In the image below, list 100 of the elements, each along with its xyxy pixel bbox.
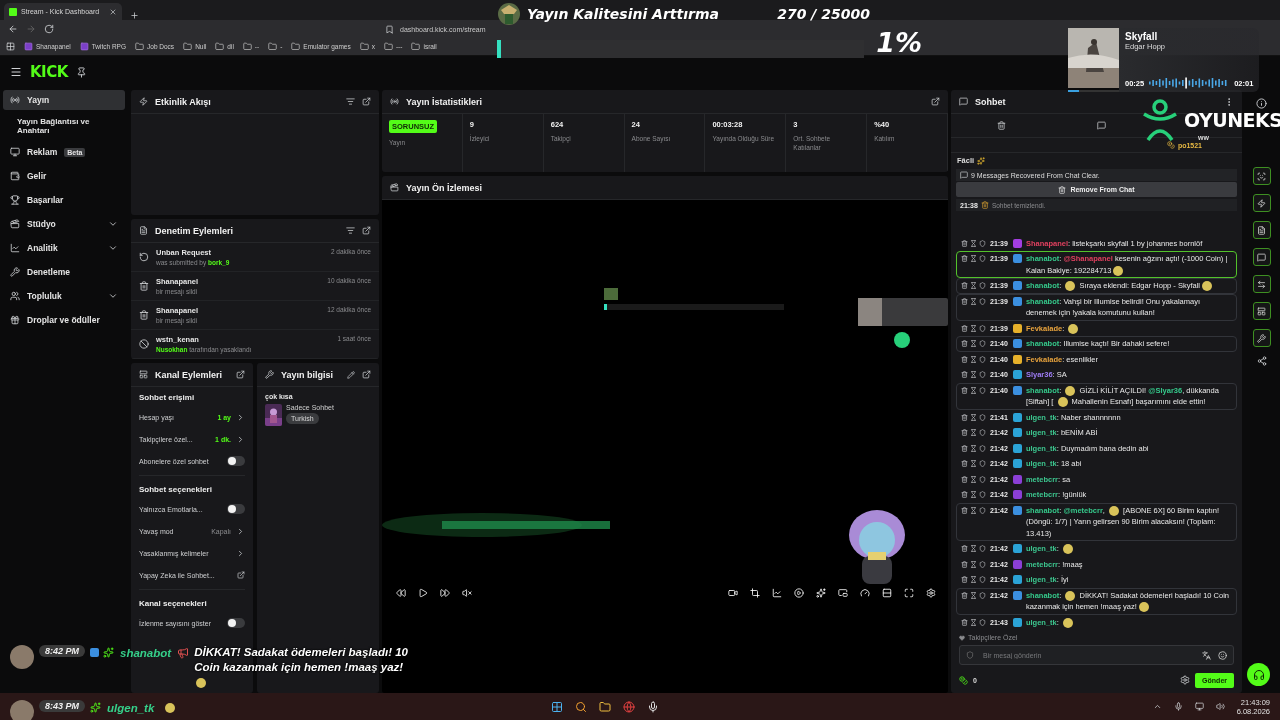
shield-icon[interactable] [979, 460, 986, 468]
menu-icon[interactable] [10, 66, 22, 78]
hourglass-icon[interactable] [970, 239, 977, 247]
hourglass-icon[interactable] [970, 618, 977, 626]
reload-icon[interactable] [44, 24, 54, 34]
rail-button[interactable] [1252, 221, 1271, 239]
crop-icon[interactable] [750, 588, 760, 598]
rewind-icon[interactable] [396, 588, 406, 598]
share-icon[interactable] [1256, 356, 1267, 366]
hourglass-icon[interactable] [970, 560, 977, 568]
popout-icon[interactable] [362, 370, 371, 379]
shield-icon[interactable] [979, 444, 986, 452]
sparkle-icon[interactable] [816, 588, 826, 598]
shield-icon[interactable] [979, 324, 986, 332]
trash-icon[interactable] [961, 255, 968, 263]
sidebar-item[interactable]: Analitik [3, 238, 125, 258]
shield-icon[interactable] [979, 282, 986, 290]
shield-icon[interactable] [979, 386, 986, 394]
trash-icon[interactable] [961, 282, 968, 290]
toggle-switch[interactable] [227, 504, 245, 514]
shield-icon[interactable] [979, 545, 986, 553]
filter-icon[interactable] [346, 226, 355, 235]
hourglass-icon[interactable] [970, 591, 977, 599]
trash-icon[interactable] [961, 618, 968, 626]
external-link-icon[interactable] [237, 571, 245, 579]
rail-button[interactable] [1252, 329, 1271, 347]
rail-button[interactable] [1252, 275, 1271, 293]
hourglass-icon[interactable] [970, 506, 977, 514]
sidebar-item[interactable]: Stüdyo [3, 214, 125, 234]
sidebar-item[interactable]: Droplar ve ödüller [3, 310, 125, 330]
hourglass-icon[interactable] [970, 297, 977, 305]
shield-icon[interactable] [979, 255, 986, 263]
trash-icon[interactable] [961, 324, 968, 332]
trash-icon[interactable] [961, 444, 968, 452]
pin-icon[interactable] [75, 66, 87, 78]
shield-icon[interactable] [979, 491, 986, 499]
hourglass-icon[interactable] [970, 413, 977, 421]
help-button[interactable] [1247, 663, 1270, 686]
trash-icon[interactable] [961, 429, 968, 437]
sidebar-item[interactable]: Başarılar [3, 190, 125, 210]
search-icon[interactable] [575, 700, 588, 713]
chart-icon[interactable] [772, 588, 782, 598]
trash-icon[interactable] [961, 591, 968, 599]
shield-icon[interactable] [979, 576, 986, 584]
trash-icon[interactable] [961, 560, 968, 568]
info-icon[interactable] [1256, 98, 1267, 109]
settings-icon[interactable] [1180, 675, 1191, 685]
shield-icon[interactable] [979, 429, 986, 437]
rail-button[interactable] [1252, 194, 1271, 212]
sidebar-item[interactable]: Denetleme [3, 262, 125, 282]
back-icon[interactable] [8, 24, 18, 34]
shield-icon[interactable] [979, 560, 986, 568]
chevron-up-icon[interactable] [1152, 702, 1162, 711]
hourglass-icon[interactable] [970, 282, 977, 290]
chevron-right-icon[interactable] [236, 548, 245, 558]
mute-icon[interactable] [462, 588, 472, 598]
shield-icon[interactable] [979, 239, 986, 247]
monitor-icon[interactable] [1194, 702, 1204, 711]
toggle-switch[interactable] [227, 456, 245, 466]
picture-in-picture-icon[interactable] [838, 588, 848, 598]
sidebar-item[interactable]: Gelir [3, 166, 125, 186]
trash-icon[interactable] [961, 413, 968, 421]
popout-icon[interactable] [362, 226, 371, 235]
edit-icon[interactable] [347, 370, 355, 379]
play-circle-icon[interactable] [794, 588, 804, 598]
new-tab-icon[interactable] [130, 11, 139, 20]
layout-icon[interactable] [882, 588, 892, 598]
toggle-switch[interactable] [227, 618, 245, 628]
chevron-right-icon[interactable] [236, 526, 245, 536]
rail-button[interactable] [1252, 167, 1271, 185]
rail-button[interactable] [1252, 248, 1271, 266]
shield-icon[interactable] [979, 371, 986, 379]
sidebar-item[interactable]: Topluluk [3, 286, 125, 306]
trash-icon[interactable] [961, 460, 968, 468]
folder-icon[interactable] [599, 700, 612, 713]
trash-icon[interactable] [961, 506, 968, 514]
trash-icon[interactable] [961, 355, 968, 363]
gauge-icon[interactable] [860, 588, 870, 598]
shield-icon[interactable] [979, 618, 986, 626]
apps-icon[interactable] [6, 42, 15, 51]
sidebar-item[interactable]: Yayın [3, 90, 125, 110]
shield-icon[interactable] [979, 413, 986, 421]
bookmark-icon[interactable] [385, 24, 394, 34]
trash-icon[interactable] [961, 475, 968, 483]
popout-icon[interactable] [362, 97, 371, 106]
trash-icon[interactable] [996, 121, 1006, 130]
hourglass-icon[interactable] [970, 429, 977, 437]
trash-icon[interactable] [961, 491, 968, 499]
chat-icon[interactable] [1097, 121, 1107, 130]
popout-icon[interactable] [236, 370, 245, 379]
shield-icon[interactable] [979, 340, 986, 348]
camera-icon[interactable] [728, 588, 738, 598]
hourglass-icon[interactable] [970, 255, 977, 263]
browser-icon[interactable] [623, 700, 636, 713]
rail-button[interactable] [1252, 302, 1271, 320]
close-icon[interactable] [109, 7, 117, 16]
trash-icon[interactable] [961, 297, 968, 305]
trash-icon[interactable] [961, 576, 968, 584]
shield-icon[interactable] [979, 475, 986, 483]
sidebar-item[interactable]: Yayın Bağlantısı ve Anahtarı [3, 114, 125, 138]
